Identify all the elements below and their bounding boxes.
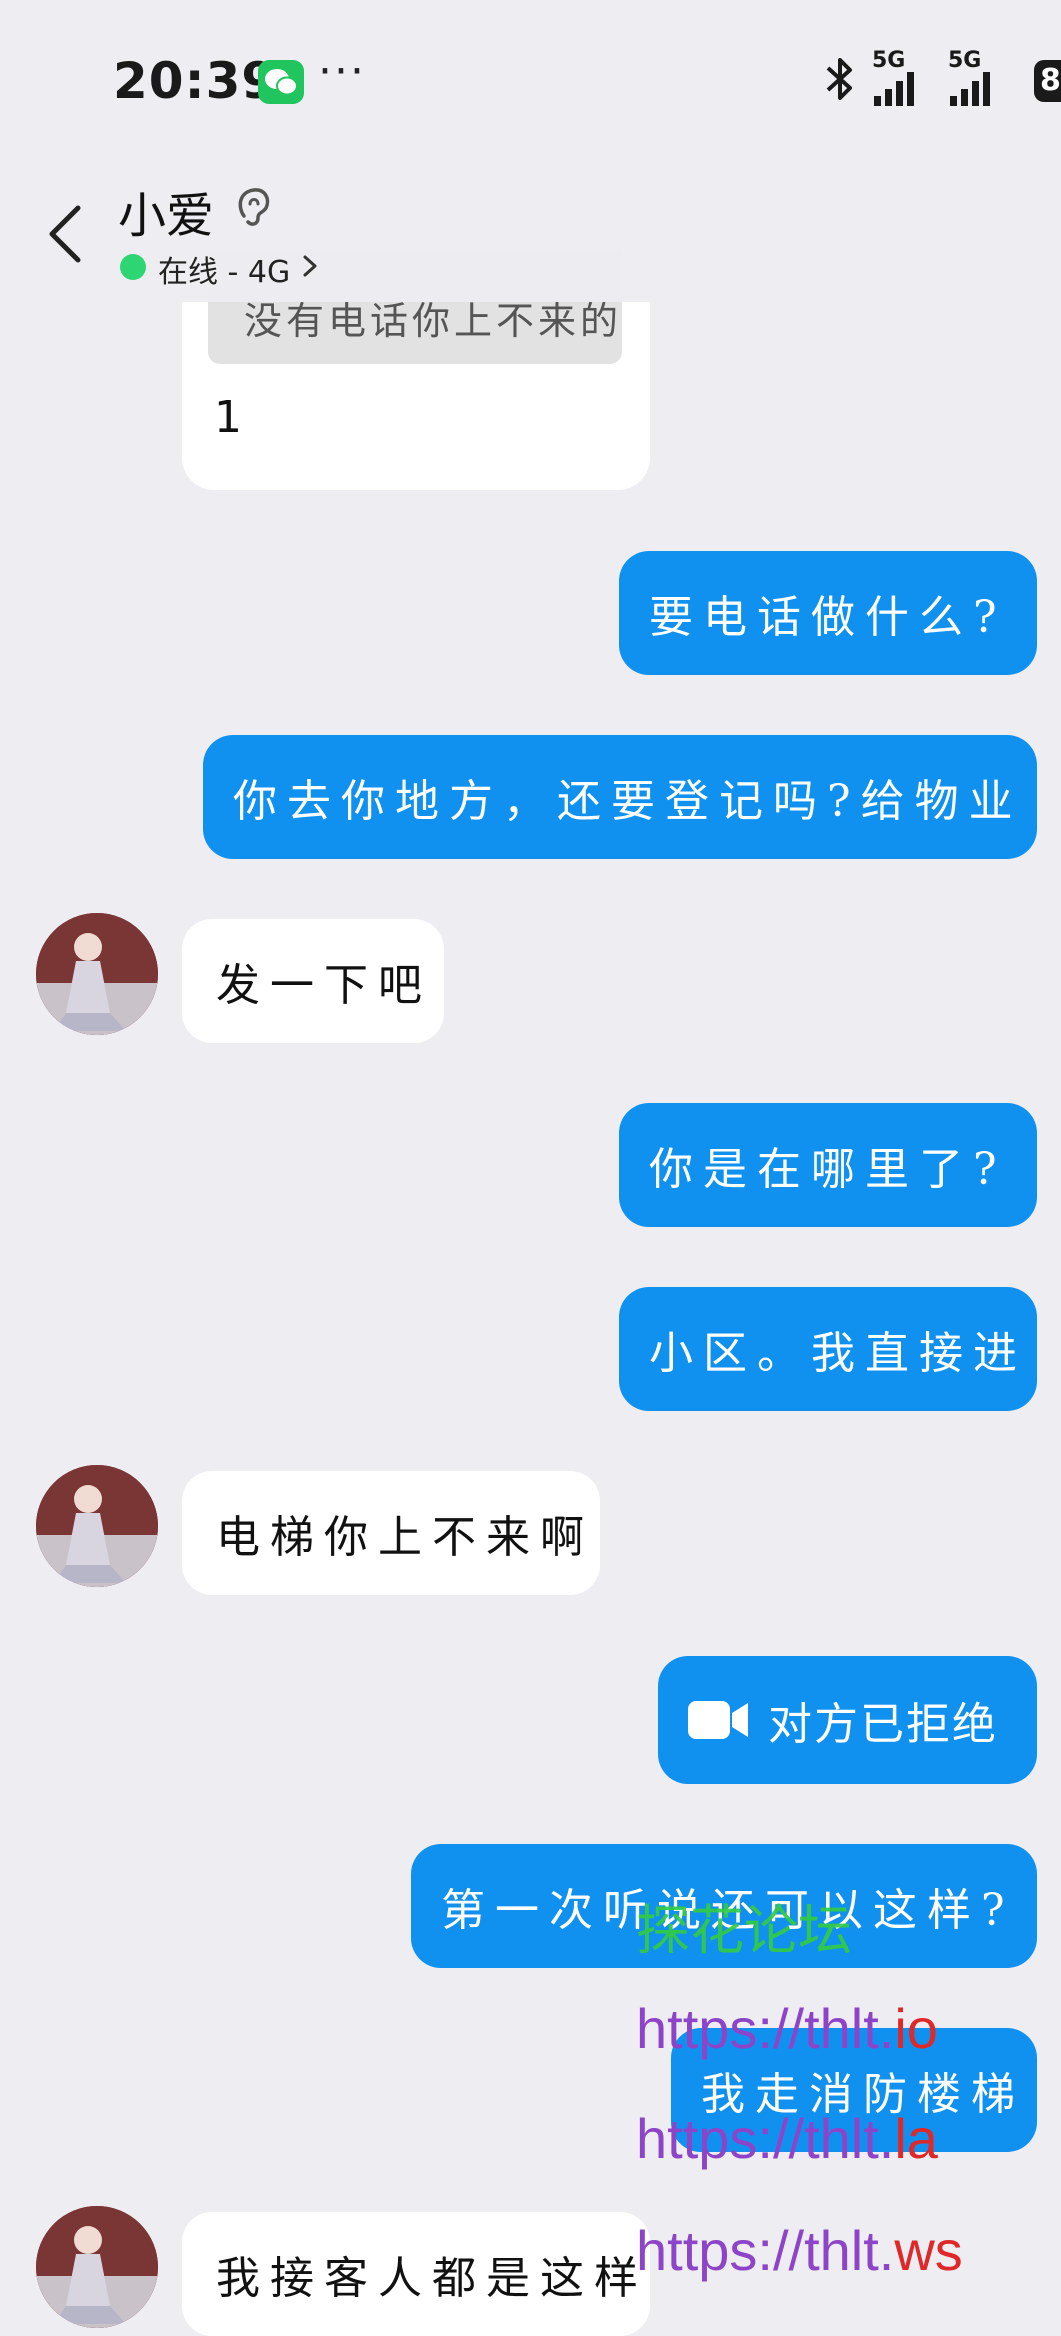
earpiece-mode-icon[interactable] bbox=[232, 182, 276, 232]
message-bubble-received[interactable]: 电梯你上不来啊 bbox=[182, 1471, 600, 1595]
message-text: 你去你地方，还要登记吗?给物业 bbox=[233, 776, 1023, 827]
message-bubble-sent[interactable]: 你是在哪里了? bbox=[619, 1103, 1037, 1227]
battery-icon: 8 bbox=[1034, 60, 1061, 102]
network-type-2: 5G bbox=[948, 48, 982, 73]
reply-text: 1 bbox=[214, 392, 242, 443]
signal-icon bbox=[950, 72, 990, 106]
more-notifications-icon: ··· bbox=[318, 46, 366, 97]
message-bubble-received[interactable]: 发一下吧 bbox=[182, 919, 444, 1043]
online-status-text[interactable]: 在线 - 4G bbox=[158, 247, 290, 291]
message-text: 发一下吧 bbox=[216, 960, 432, 1011]
message-bubble-sent[interactable]: 要电话做什么? bbox=[619, 551, 1037, 675]
message-bubble-sent[interactable]: 你去你地方，还要登记吗?给物业 bbox=[203, 735, 1037, 859]
chevron-left-icon bbox=[49, 205, 81, 263]
avatar-image bbox=[36, 913, 158, 1035]
message-text: 我接客人都是这样 bbox=[216, 2253, 648, 2304]
chevron-right-icon bbox=[303, 255, 317, 277]
call-record-text: 对方已拒绝 bbox=[768, 1699, 998, 1750]
online-status-dot bbox=[120, 254, 146, 280]
wechat-notification-icon bbox=[258, 60, 304, 104]
watermark-link: https://thlt.la bbox=[636, 2107, 938, 2170]
avatar[interactable] bbox=[36, 2206, 158, 2328]
avatar-image bbox=[36, 1465, 158, 1587]
signal-icon bbox=[874, 72, 914, 106]
status-bar: 20:39 ··· 5G 5G 8 bbox=[0, 0, 1061, 160]
message-text: 你是在哪里了? bbox=[649, 1144, 1007, 1195]
network-type-1: 5G bbox=[872, 48, 906, 73]
avatar-image bbox=[36, 2206, 158, 2328]
avatar[interactable] bbox=[36, 913, 158, 1035]
video-call-icon bbox=[688, 1701, 748, 1739]
chat-header: 小爱 在线 - 4G bbox=[0, 160, 1061, 302]
watermark-link: https://thlt.io bbox=[636, 1997, 938, 2060]
message-bubble-received[interactable]: 我接客人都是这样 bbox=[182, 2212, 650, 2336]
status-time: 20:39 bbox=[113, 52, 278, 110]
watermark-link: https://thlt.ws bbox=[636, 2219, 963, 2282]
chat-scroll-area[interactable]: 没有电话你上不来的 1 要电话做什么? 你去你地方，还要登记吗?给物业 发一下吧… bbox=[0, 0, 1061, 2336]
message-text: 电梯你上不来啊 bbox=[216, 1512, 594, 1563]
message-text: 小区。我直接进 bbox=[649, 1328, 1027, 1379]
avatar[interactable] bbox=[36, 1465, 158, 1587]
call-record-bubble[interactable]: 对方已拒绝 bbox=[658, 1656, 1037, 1784]
back-button[interactable] bbox=[30, 188, 100, 278]
message-bubble-sent[interactable]: 小区。我直接进 bbox=[619, 1287, 1037, 1411]
message-text: 要电话做什么? bbox=[649, 592, 1007, 643]
watermark-title: 探花论坛 bbox=[636, 1899, 852, 1962]
contact-name[interactable]: 小爱 bbox=[118, 176, 214, 246]
